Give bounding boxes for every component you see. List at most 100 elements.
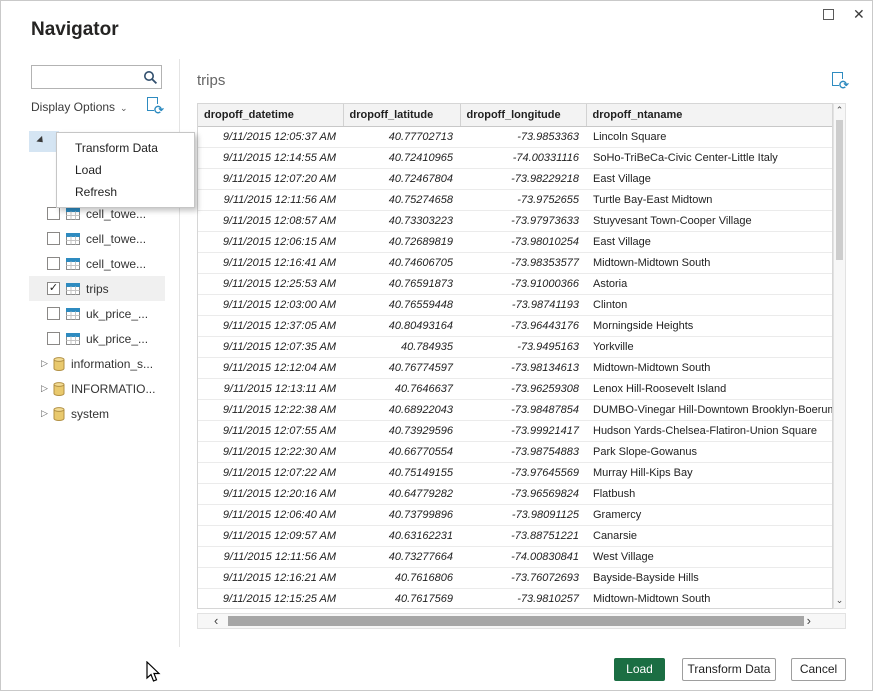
menu-item-transform-data[interactable]: Transform Data [57, 137, 194, 159]
vertical-scrollbar[interactable]: ⌃ ⌄ [833, 103, 846, 609]
tree-folder-system[interactable]: ▷system [29, 401, 165, 426]
mouse-cursor [146, 661, 162, 688]
search-input[interactable] [35, 67, 139, 87]
table-row: 9/11/2015 12:22:30 AM40.66770554-73.9875… [198, 441, 832, 462]
tree-folder-information-s[interactable]: ▷ information_s... [29, 351, 165, 376]
cell-dropoff_ntaname: Midtown-Midtown South [586, 252, 832, 273]
cell-dropoff_datetime: 9/11/2015 12:14:55 AM [198, 147, 343, 168]
refresh-list-icon[interactable]: ⟳ [147, 97, 163, 120]
cancel-button[interactable]: Cancel [791, 658, 846, 681]
tree-item-label: cell_towe... [86, 257, 146, 271]
scroll-down-icon[interactable]: ⌄ [834, 595, 845, 606]
checkbox[interactable]: ✓ [47, 282, 60, 295]
chevron-right-icon[interactable]: ▷ [41, 383, 53, 394]
expand-arrow-icon[interactable] [36, 136, 45, 145]
cell-dropoff_ntaname: Murray Hill-Kips Bay [586, 462, 832, 483]
column-header-dropoff_ntaname: dropoff_ntaname [586, 104, 832, 126]
scroll-up-icon[interactable]: ⌃ [834, 105, 845, 116]
cell-dropoff_latitude: 40.73303223 [343, 210, 460, 231]
scroll-right-icon[interactable]: › [807, 614, 811, 628]
table-row: 9/11/2015 12:16:41 AM40.74606705-73.9835… [198, 252, 832, 273]
tree-table-list: cell_towe... cell_towe... cell_towe... ✓tri… [29, 201, 165, 351]
tree-item-label: INFORMATIO... [71, 382, 155, 396]
column-header-dropoff_longitude: dropoff_longitude [460, 104, 586, 126]
transform-data-button[interactable]: Transform Data [682, 658, 776, 681]
table-row: 9/11/2015 12:07:22 AM40.75149155-73.9764… [198, 462, 832, 483]
table-row: 9/11/2015 12:12:04 AM40.76774597-73.9813… [198, 357, 832, 378]
navigator-dialog: Navigator ✕ Display Options⌄ ⟳ cell_towe… [0, 0, 873, 691]
table-row: 9/11/2015 12:07:20 AM40.72467804-73.9822… [198, 168, 832, 189]
cell-dropoff_ntaname: Gramercy [586, 504, 832, 525]
maximize-icon[interactable] [823, 9, 834, 20]
tree-item-label: cell_towe... [86, 207, 146, 221]
checkbox[interactable] [47, 307, 60, 320]
load-button[interactable]: Load [614, 658, 665, 681]
table-row: 9/11/2015 12:11:56 AM40.75274658-73.9752… [198, 189, 832, 210]
checkbox[interactable] [47, 257, 60, 270]
checkbox[interactable] [47, 207, 60, 220]
display-options-dropdown[interactable]: Display Options⌄ [31, 100, 128, 114]
table-row: 9/11/2015 12:07:55 AM40.73929596-73.9992… [198, 420, 832, 441]
menu-item-refresh[interactable]: Refresh [57, 181, 194, 203]
cell-dropoff_datetime: 9/11/2015 12:15:25 AM [198, 588, 343, 609]
tree-item-trips[interactable]: ✓trips [29, 276, 165, 301]
table-row: 9/11/2015 12:25:53 AM40.76591873-73.9100… [198, 273, 832, 294]
table-icon [66, 233, 80, 245]
cell-dropoff_ntaname: Flatbush [586, 483, 832, 504]
column-header-dropoff_latitude: dropoff_latitude [343, 104, 460, 126]
table-row: 9/11/2015 12:13:11 AM40.7646637-73.96259… [198, 378, 832, 399]
cell-dropoff_datetime: 9/11/2015 12:22:38 AM [198, 399, 343, 420]
cell-dropoff_ntaname: Lincoln Square [586, 126, 832, 147]
table-row: 9/11/2015 12:07:35 AM40.784935-73.949516… [198, 336, 832, 357]
table-row: 9/11/2015 12:06:15 AM40.72689819-73.9801… [198, 231, 832, 252]
tree-folder-informatio[interactable]: ▷ INFORMATIO... [29, 376, 165, 401]
table-row: 9/11/2015 12:20:16 AM40.64779282-73.9656… [198, 483, 832, 504]
chevron-right-icon[interactable]: ▷ [41, 358, 53, 369]
cell-dropoff_longitude: -73.9853363 [460, 126, 586, 147]
cell-dropoff_datetime: 9/11/2015 12:16:21 AM [198, 567, 343, 588]
cell-dropoff_ntaname: Clinton [586, 294, 832, 315]
checkbox[interactable] [47, 332, 60, 345]
cell-dropoff_latitude: 40.784935 [343, 336, 460, 357]
cell-dropoff_ntaname: Turtle Bay-East Midtown [586, 189, 832, 210]
table-row: 9/11/2015 12:08:57 AM40.73303223-73.9797… [198, 210, 832, 231]
cell-dropoff_longitude: -73.98010254 [460, 231, 586, 252]
horizontal-scroll-thumb[interactable] [228, 616, 804, 626]
table-row: 9/11/2015 12:03:00 AM40.76559448-73.9874… [198, 294, 832, 315]
cell-dropoff_longitude: -73.98353577 [460, 252, 586, 273]
cell-dropoff_ntaname: Morningside Heights [586, 315, 832, 336]
cell-dropoff_latitude: 40.7617569 [343, 588, 460, 609]
tree-item-cell-towe[interactable]: cell_towe... [29, 251, 165, 276]
tree-item-uk-price[interactable]: uk_price_... [29, 301, 165, 326]
cell-dropoff_datetime: 9/11/2015 12:05:37 AM [198, 126, 343, 147]
table-icon [66, 208, 80, 220]
preview-title: trips [197, 72, 225, 89]
chevron-right-icon[interactable]: ▷ [41, 408, 53, 419]
tree-root-node[interactable] [29, 131, 59, 152]
refresh-preview-icon[interactable]: ⟳ [832, 72, 848, 95]
tree-item-label: information_s... [71, 357, 153, 371]
vertical-scroll-thumb[interactable] [836, 120, 843, 260]
close-icon[interactable]: ✕ [853, 5, 865, 23]
cell-dropoff_latitude: 40.80493164 [343, 315, 460, 336]
cell-dropoff_datetime: 9/11/2015 12:03:00 AM [198, 294, 343, 315]
horizontal-scrollbar[interactable]: ‹ › [197, 613, 846, 629]
cell-dropoff_datetime: 9/11/2015 12:37:05 AM [198, 315, 343, 336]
cell-dropoff_ntaname: Midtown-Midtown South [586, 357, 832, 378]
cell-dropoff_latitude: 40.76559448 [343, 294, 460, 315]
table-icon [66, 283, 80, 295]
tree-item-uk-price[interactable]: uk_price_... [29, 326, 165, 351]
search-icon[interactable] [143, 70, 158, 90]
checkbox[interactable] [47, 232, 60, 245]
database-icon [53, 382, 65, 396]
cell-dropoff_datetime: 9/11/2015 12:13:11 AM [198, 378, 343, 399]
menu-item-load[interactable]: Load [57, 159, 194, 181]
scroll-left-icon[interactable]: ‹ [214, 614, 218, 628]
tree-item-cell-towe[interactable]: cell_towe... [29, 226, 165, 251]
cell-dropoff_latitude: 40.75274658 [343, 189, 460, 210]
search-box[interactable] [31, 65, 162, 89]
cell-dropoff_longitude: -73.9810257 [460, 588, 586, 609]
cell-dropoff_longitude: -74.00830841 [460, 546, 586, 567]
cell-dropoff_latitude: 40.74606705 [343, 252, 460, 273]
cell-dropoff_longitude: -73.96569824 [460, 483, 586, 504]
